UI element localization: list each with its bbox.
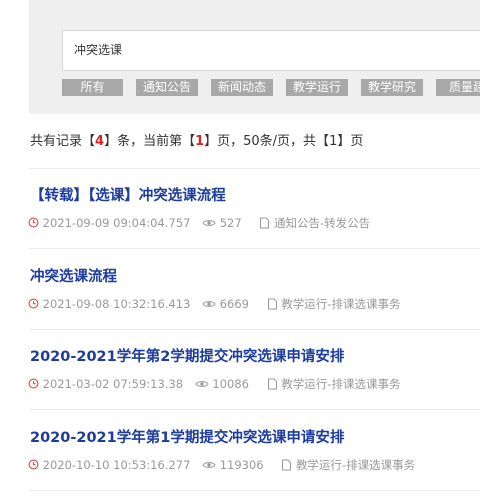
result-category[interactable]: 通知公告-转发公告 [274,215,370,231]
result-meta: 2020-10-10 10:53:16.277 119306 教学运行-排课选课… [28,456,415,472]
result-meta: 2021-09-08 10:32:16.413 6669 教学运行-排课选课事务 [28,295,400,311]
category-teaching-operation-button[interactable]: 教学运行 [286,79,348,96]
search-panel: 冲突选课 所有 通知公告 新闻动态 教学运行 教学研究 质量建 [29,0,480,114]
category-news-button[interactable]: 新闻动态 [211,79,273,96]
clock-icon [28,459,39,470]
result-category[interactable]: 教学运行-排课选课事务 [281,296,400,312]
search-input[interactable]: 冲突选课 [62,30,480,71]
result-category[interactable]: 教学运行-排课选课事务 [296,457,415,473]
clock-icon [28,378,39,389]
view-count: 6669 [219,296,249,311]
result-summary: 共有记录【4】条，当前第【1】页，50条/页，共【1】页 [30,134,364,149]
result-meta: 2021-09-09 09:04:04.757 527 通知公告-转发公告 [28,214,370,230]
category-teaching-research-button[interactable]: 教学研究 [361,79,423,96]
document-icon [282,459,292,470]
clock-icon [28,298,39,309]
result-date: 2021-03-02 07:59:13.38 [42,376,184,391]
result-meta: 2021-03-02 07:59:13.38 10086 教学运行-排课选课事务 [28,375,400,391]
eye-icon [195,380,209,387]
divider [29,409,480,410]
result-title[interactable]: 冲突选课流程 [30,267,117,287]
view-count: 119306 [219,457,264,472]
category-all-button[interactable]: 所有 [62,79,123,96]
divider [29,329,480,330]
result-title[interactable]: 2020-2021学年第2学期提交冲突选课申请安排 [30,347,344,367]
divider [29,248,480,249]
clock-icon [28,217,39,228]
result-title[interactable]: 2020-2021学年第1学期提交冲突选课申请安排 [30,428,344,448]
eye-icon [202,219,216,226]
category-notice-button[interactable]: 通知公告 [136,79,198,96]
result-category[interactable]: 教学运行-排课选课事务 [281,376,400,392]
eye-icon [202,300,216,307]
category-quality-button[interactable]: 质量建 [436,79,480,96]
category-filter-bar: 所有 通知公告 新闻动态 教学运行 教学研究 质量建 [62,79,480,97]
divider [29,168,480,169]
document-icon [260,217,270,228]
eye-icon [202,461,216,468]
result-date: 2020-10-10 10:53:16.277 [42,457,191,472]
divider [29,490,480,491]
document-icon [267,378,277,389]
result-title[interactable]: 【转载】【选课】冲突选课流程 [30,186,226,206]
result-date: 2021-09-09 09:04:04.757 [42,215,191,230]
view-count: 527 [219,215,242,230]
document-icon [267,298,277,309]
result-date: 2021-09-08 10:32:16.413 [42,296,191,311]
view-count: 10086 [212,376,249,391]
